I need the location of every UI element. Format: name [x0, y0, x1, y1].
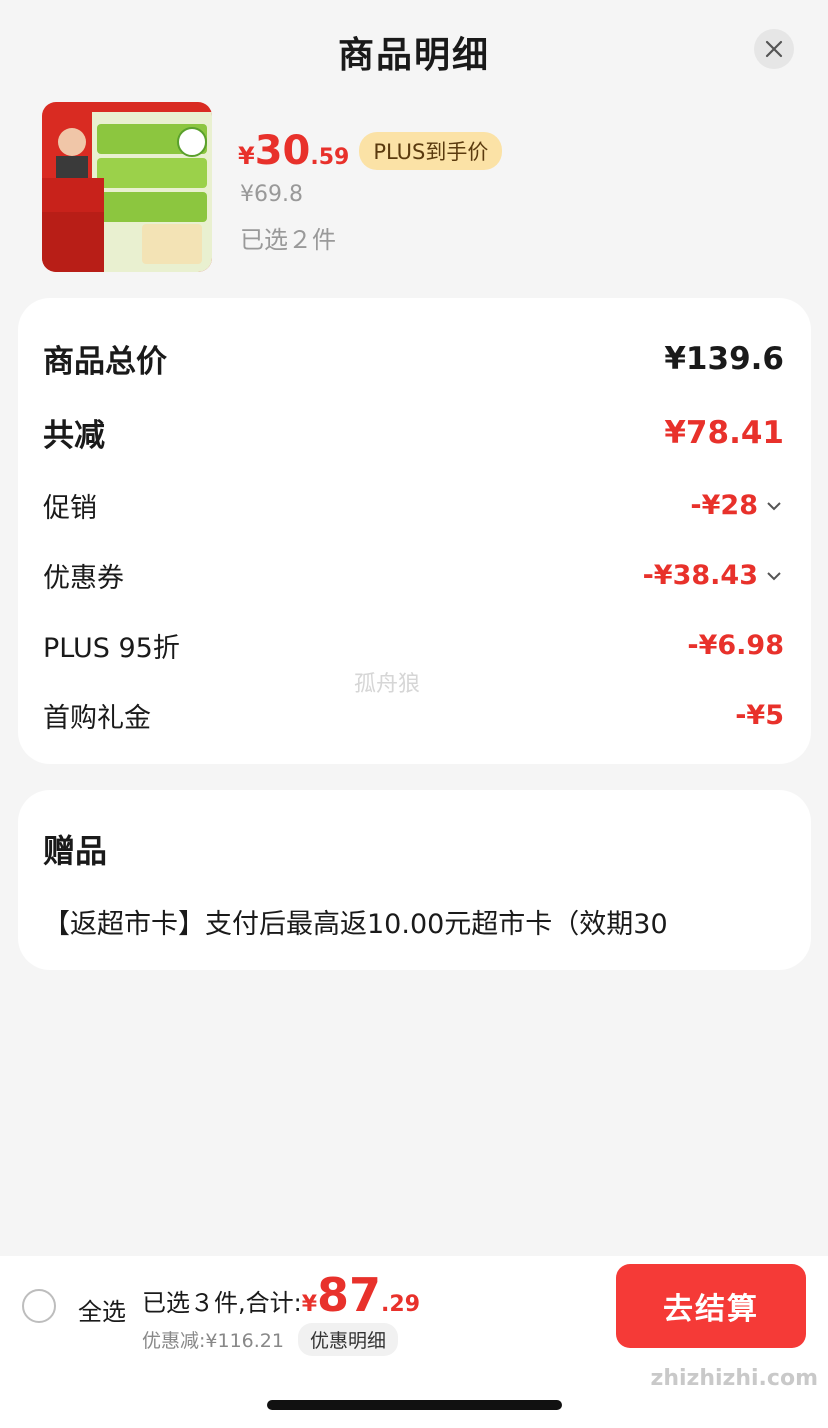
home-indicator-area: zhizhizhi.com [0, 1356, 828, 1428]
price-integer: 30 [254, 128, 311, 174]
coupon-label: 优惠券 [43, 563, 124, 594]
price-summary-card: 商品总价 ¥139.6 共减 ¥78.41 促销 -¥28 优惠券 -¥38.4… [18, 298, 811, 764]
total-decimal: .29 [381, 1292, 421, 1317]
select-all-label[interactable]: 全选 [78, 1292, 126, 1327]
plus-price-badge: PLUS到手价 [359, 132, 503, 170]
price-currency: ¥ [238, 142, 255, 170]
summary-row-first-purchase: 首购礼金 -¥5 [43, 696, 784, 735]
close-icon [765, 40, 783, 58]
chevron-down-icon [767, 501, 781, 510]
summary-row-total: 商品总价 ¥139.6 [43, 336, 784, 381]
summary-row-reduction: 共减 ¥78.41 [43, 410, 784, 455]
gift-card: 赠品 【返超市卡】支付后最高返10.00元超市卡（效期30 [18, 790, 811, 970]
product-price: ¥ 30 .59 PLUS到手价 [238, 128, 503, 174]
original-price: ¥69.8 [240, 182, 303, 207]
coupon-value-wrap: -¥38.43 [643, 560, 784, 591]
total-line: 已选３件,合计: ¥ 87 .29 [142, 1268, 420, 1322]
reduction-value: ¥78.41 [664, 414, 784, 451]
total-label: 商品总价 [43, 344, 167, 380]
chevron-down-icon [767, 571, 781, 580]
plus-discount-value: -¥6.98 [687, 630, 784, 661]
total-prefix: 已选３件,合计: [142, 1289, 302, 1317]
promotion-value-wrap: -¥28 [690, 490, 784, 521]
summary-row-promotion[interactable]: 促销 -¥28 [43, 486, 784, 525]
gift-title: 赠品 [43, 832, 108, 870]
home-indicator[interactable] [267, 1400, 562, 1410]
corner-watermark: zhizhizhi.com [650, 1366, 818, 1391]
summary-row-plus-discount: PLUS 95折 -¥6.98 [43, 626, 784, 665]
coupon-value: -¥38.43 [642, 560, 758, 591]
selected-count: 已选２件 [240, 226, 336, 254]
watermark-text: 孤舟狼 [354, 672, 421, 697]
close-button[interactable] [754, 29, 794, 69]
gift-description: 【返超市卡】支付后最高返10.00元超市卡（效期30 [43, 909, 668, 940]
detail-sheet: 商品明细 ¥ 30 .59 PLUS到手价 ¥69.8 已选２件 商品总价 ¥1… [0, 0, 828, 1428]
plus-discount-label: PLUS 95折 [43, 633, 180, 664]
sheet-title: 商品明细 [337, 35, 490, 76]
total-integer: 87 [317, 1268, 382, 1322]
summary-row-coupon[interactable]: 优惠券 -¥38.43 [43, 556, 784, 595]
total-currency: ¥ [301, 1292, 318, 1317]
total-value: ¥139.6 [664, 340, 784, 377]
product-image-graphic [42, 102, 212, 272]
discount-detail-button[interactable]: 优惠明细 [298, 1323, 399, 1356]
reduction-label: 共减 [43, 418, 105, 454]
price-decimal: .59 [310, 145, 350, 170]
promotion-label: 促销 [43, 493, 97, 524]
select-all-radio[interactable] [22, 1289, 56, 1323]
discount-amount: 优惠减:¥116.21 [142, 1330, 284, 1352]
checkout-button[interactable]: 去结算 [616, 1264, 806, 1348]
product-image[interactable] [42, 102, 212, 272]
first-purchase-value: -¥5 [735, 700, 784, 731]
first-purchase-label: 首购礼金 [43, 703, 151, 734]
checkout-bar: 全选 已选３件,合计: ¥ 87 .29 优惠减:¥116.21 优惠明细 去结… [0, 1256, 828, 1356]
promotion-value: -¥28 [690, 490, 758, 521]
